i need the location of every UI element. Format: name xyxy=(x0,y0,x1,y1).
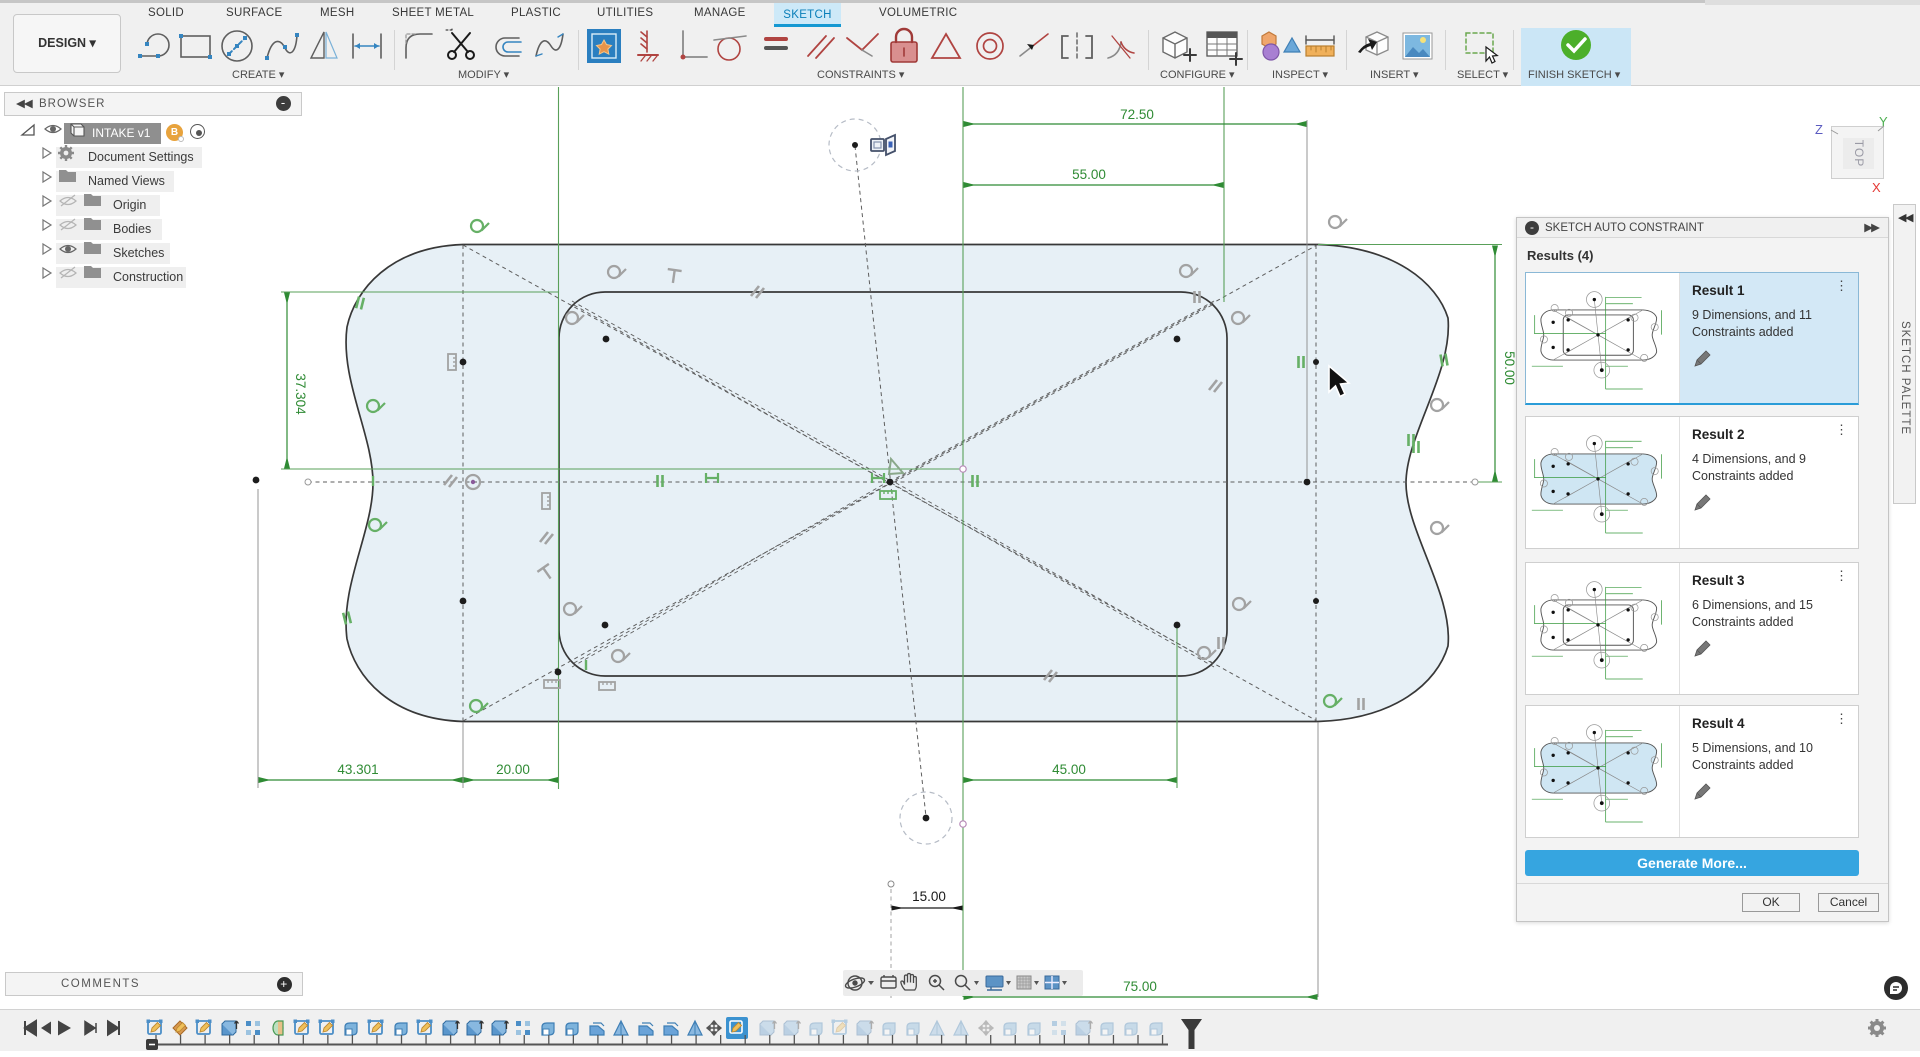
svg-text:43.301: 43.301 xyxy=(337,762,378,777)
svg-text:15.00: 15.00 xyxy=(912,889,946,904)
svg-text:45.00: 45.00 xyxy=(1052,762,1086,777)
svg-text:20.00: 20.00 xyxy=(496,762,530,777)
svg-text:72.50: 72.50 xyxy=(1120,107,1154,122)
svg-text:50.00: 50.00 xyxy=(1502,351,1517,385)
svg-text:75.00: 75.00 xyxy=(1123,979,1157,994)
svg-text:37.304: 37.304 xyxy=(293,373,308,415)
svg-text:55.00: 55.00 xyxy=(1072,167,1106,182)
